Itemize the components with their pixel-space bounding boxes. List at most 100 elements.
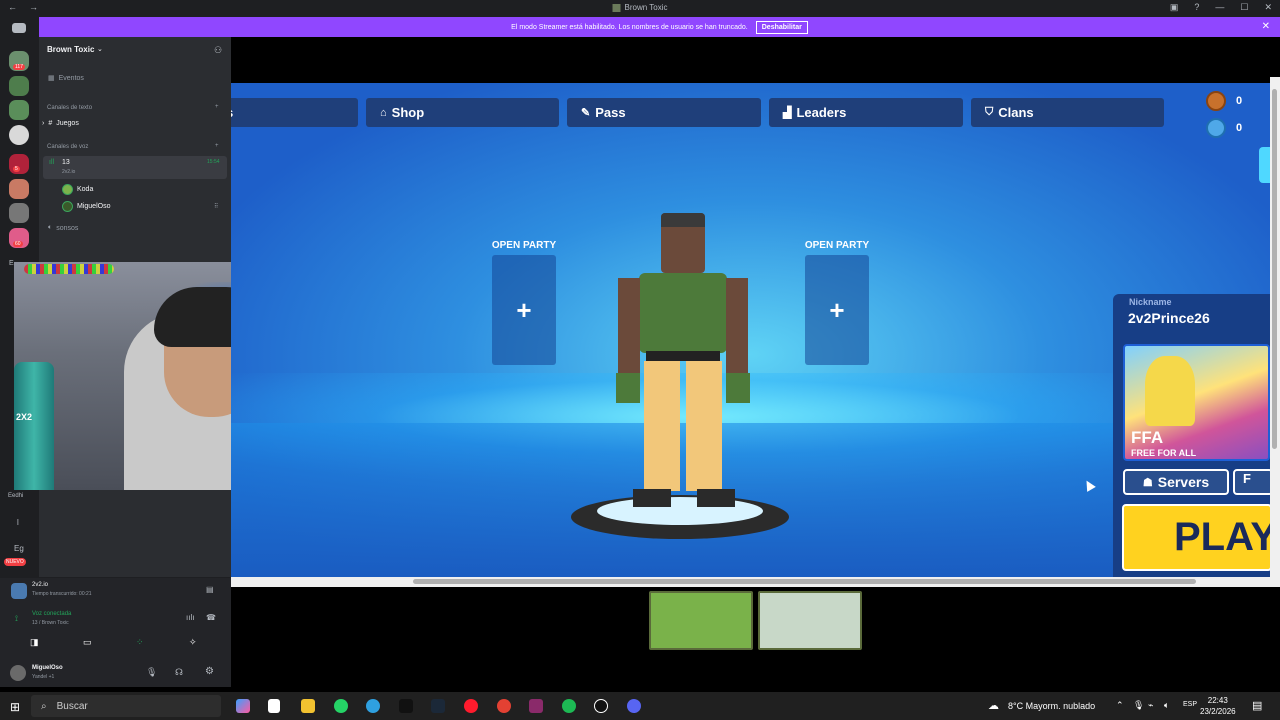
voice-channel-activity: 2v2.io [62,169,76,175]
whatsapp-icon[interactable] [334,699,348,713]
voice-user-name: Koda [77,186,94,193]
voice-section-header[interactable]: Canales de voz [47,144,88,150]
activities-icon[interactable]: ⁘ [136,637,144,648]
extra-button[interactable]: F [1233,469,1270,495]
add-voice-channel-icon[interactable]: + [215,143,219,149]
voice-channel-sonsos[interactable]: 🔈︎ sonsos [48,224,78,232]
tab-leaders[interactable]: ▟ Leaders [769,98,963,127]
maximize-icon[interactable]: ☐ [1240,2,1248,13]
close-icon[interactable]: ✕ [1264,2,1272,13]
taskbar-search[interactable]: ⌕ Buscar [31,695,221,717]
tab-shop[interactable]: ⌂ Shop [366,98,559,127]
server-icon-6[interactable] [9,179,29,199]
disable-streamer-button[interactable]: Deshabilitar [755,20,808,34]
noise-icon[interactable]: ıılı [186,613,194,622]
events-item[interactable]: ▦ Eventos [48,74,84,83]
server-name[interactable]: Brown Toxic [47,45,94,54]
windows-start-icon[interactable]: ⊞ [10,700,20,714]
discord-home-icon[interactable] [12,23,26,33]
title-bar: ← → Brown Toxic ▣ ? — ☐ ✕ [0,0,1280,17]
calendar-icon: ▦ [48,75,55,82]
vertical-scroll-thumb[interactable] [1272,89,1277,449]
avatar [62,184,73,195]
horizontal-scrollbar[interactable] [231,577,1270,587]
server-icon-7[interactable] [9,203,29,223]
party-right-slot[interactable]: + [805,255,869,365]
channel-juegos[interactable]: › # Juegos [42,120,79,127]
banner-close-icon[interactable]: ✕ [1262,21,1270,32]
store-icon[interactable] [268,699,280,713]
camera-icon[interactable]: ◨ [30,637,39,648]
screen-share-icon[interactable]: ▭ [83,637,92,648]
tab-pass[interactable]: ✎ Pass [567,98,761,127]
tiktok-icon[interactable] [399,699,413,713]
tray-chevron-icon[interactable]: ⌃ [1116,700,1124,711]
opera-icon[interactable] [464,699,478,713]
rail-label-4[interactable]: Eg [14,544,24,553]
soundboard-icon[interactable]: ✧ [189,637,197,648]
minimize-icon[interactable]: — [1215,2,1224,13]
chevron-down-icon[interactable]: ⌄ [97,45,103,53]
github-icon[interactable] [594,699,608,713]
tab-partial[interactable]: ns [231,98,358,127]
weather-text[interactable]: 8°C Mayorm. nublado [1008,701,1095,711]
server-icon-3[interactable] [9,100,29,120]
activity-settings-icon[interactable]: ▤ [206,585,214,594]
preview-window-2[interactable] [758,591,862,650]
app-icon[interactable] [529,699,543,713]
voice-location[interactable]: 13 / Brown Toxic [32,620,69,626]
grid-icon[interactable]: ⠿ [214,203,218,210]
add-member-icon[interactable]: ⚇ [214,45,222,56]
coin-value: 0 [1236,95,1243,107]
server-icon-4[interactable] [9,125,29,145]
language-indicator[interactable]: ESP [1183,701,1197,708]
disconnect-icon[interactable]: ☎ [206,613,216,622]
preview-window-1[interactable] [649,591,753,650]
tab-pass-label: Pass [595,105,626,120]
game-mode-card[interactable]: FFA FREE FOR ALL [1123,344,1270,461]
party-left-slot[interactable]: + [492,255,556,365]
file-explorer-icon[interactable] [301,699,315,713]
servers-button[interactable]: ☗ Servers [1123,469,1229,495]
avatar[interactable] [10,665,26,681]
clock[interactable]: 22:43 23/2/2026 [1200,695,1236,717]
notifications-icon[interactable]: ▤ [1252,699,1262,712]
voice-user-miguel[interactable]: MiguelOso [62,201,110,212]
rail-label-3[interactable]: l [17,518,19,527]
chrome-icon[interactable] [497,699,511,713]
gem-counter[interactable]: 0 [1206,117,1270,139]
back-icon[interactable]: ← [8,2,17,12]
tray-mic-icon[interactable]: 🎙︎ [1133,700,1144,711]
add-text-channel-icon[interactable]: + [215,104,219,110]
tab-clans[interactable]: ⛉ Clans [971,98,1164,127]
banner-text: El modo Streamer está habilitado. Los no… [511,23,748,31]
edge-icon[interactable] [366,699,380,713]
horizontal-scroll-thumb[interactable] [413,579,1196,584]
headphones-icon[interactable]: ☊ [175,667,183,678]
coin-counter[interactable]: 0 [1206,90,1270,112]
text-section-header[interactable]: Canales de texto [47,105,92,111]
tray-network-icon[interactable]: ⌁ [1148,700,1153,711]
discord-icon[interactable] [627,699,641,713]
voice-user-koda[interactable]: Koda [62,184,93,195]
spotify-icon[interactable] [562,699,576,713]
vertical-scrollbar[interactable] [1270,77,1280,587]
settings-gear-icon[interactable]: ⚙ [205,666,214,677]
side-tab[interactable] [1259,147,1270,183]
weather-icon[interactable]: ☁ [988,699,999,712]
game-viewport: ns ⌂ Shop ✎ Pass ▟ Leaders ⛉ Clans 0 0 O… [231,83,1270,577]
forward-icon[interactable]: → [29,2,38,12]
tray-volume-icon[interactable]: 🔈︎ [1164,700,1169,711]
servers-label: Servers [1157,474,1210,490]
copilot-icon[interactable] [236,699,250,713]
nickname[interactable]: 2v2Prince26 [1128,310,1210,326]
microphone-icon[interactable]: 🎙︎ [146,667,157,678]
search-placeholder: Buscar [56,700,88,712]
server-icon-2[interactable] [9,76,29,96]
help-icon[interactable]: ? [1194,2,1199,13]
voice-channel-13[interactable]: ıll 13 2v2.io 15:54 [43,156,227,179]
steam-icon[interactable] [431,699,445,713]
inbox-icon[interactable]: ▣ [1170,2,1179,13]
play-button[interactable]: PLAY [1122,504,1270,571]
mode-panel: Nickname 2v2Prince26 FFA FREE FOR ALL ☗ … [1113,294,1270,577]
